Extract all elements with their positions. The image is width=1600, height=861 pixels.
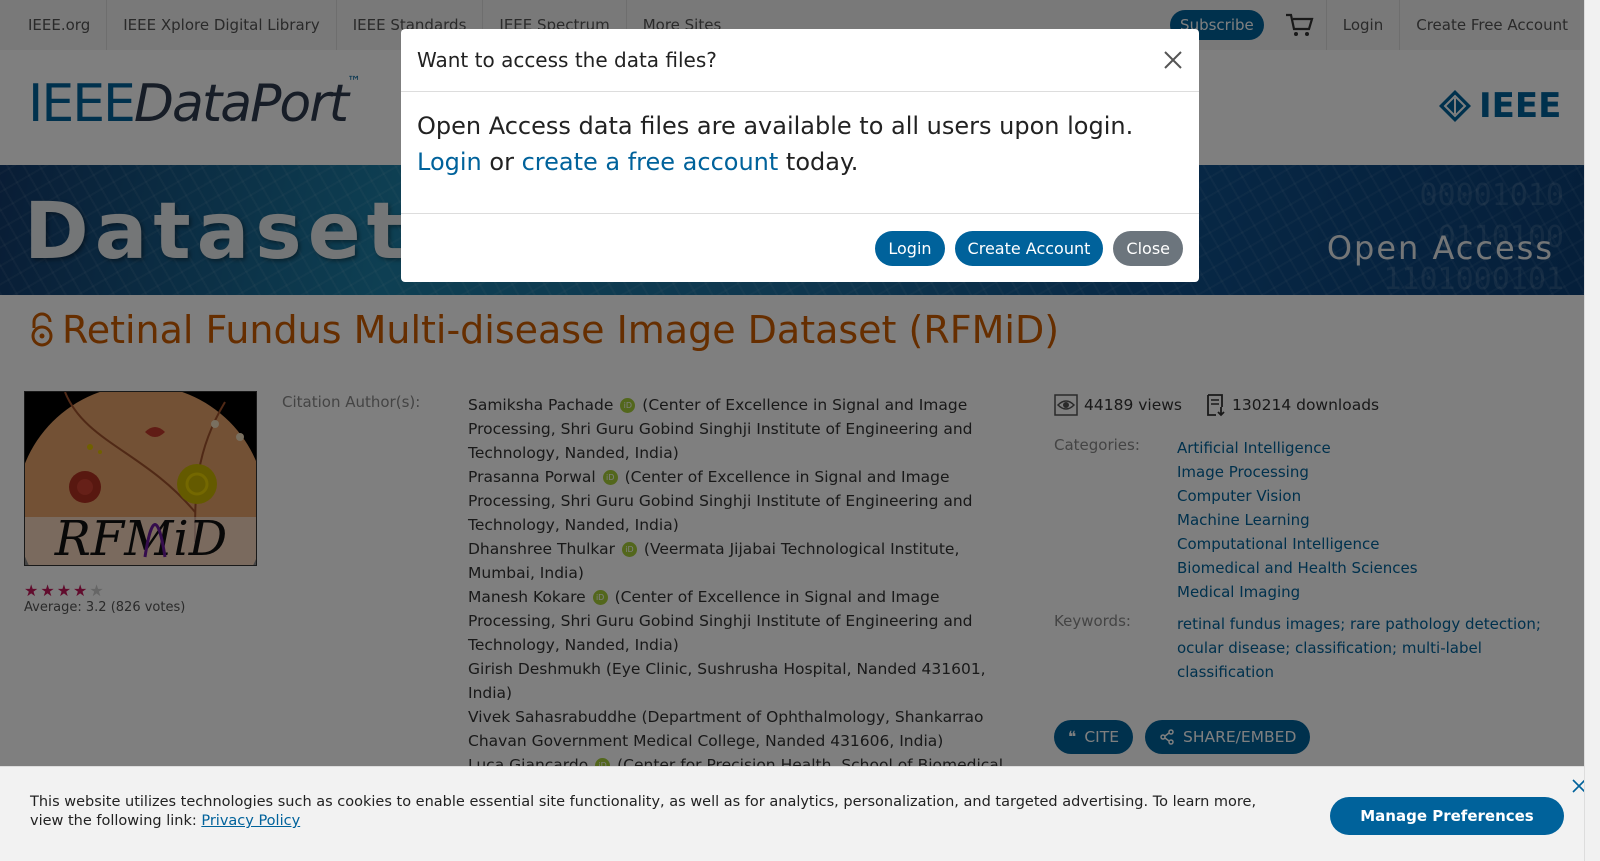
- modal-create-account-link[interactable]: create a free account: [522, 148, 779, 176]
- modal-login-link[interactable]: Login: [417, 148, 482, 176]
- cookie-banner: This website utilizes technologies such …: [0, 766, 1586, 861]
- modal-create-account-button[interactable]: Create Account: [954, 230, 1104, 266]
- page-scrollbar[interactable]: [1584, 0, 1600, 861]
- modal-header: Want to access the data files?: [401, 29, 1199, 92]
- modal-body-text: Open Access data files are available to …: [417, 112, 1134, 140]
- modal-footer: Login Create Account Close: [401, 214, 1199, 282]
- privacy-policy-link[interactable]: Privacy Policy: [201, 813, 300, 829]
- modal-title: Want to access the data files?: [417, 48, 717, 72]
- modal-login-button[interactable]: Login: [875, 230, 945, 266]
- access-data-modal: Want to access the data files? Open Acce…: [401, 29, 1199, 282]
- modal-body-today: today.: [778, 148, 859, 176]
- modal-body: Open Access data files are available to …: [401, 92, 1199, 214]
- modal-body-or: or: [481, 148, 522, 176]
- close-icon[interactable]: [1163, 50, 1183, 70]
- manage-preferences-button[interactable]: Manage Preferences: [1330, 797, 1564, 835]
- cookie-text: This website utilizes technologies such …: [30, 793, 1260, 831]
- modal-close-button[interactable]: Close: [1113, 230, 1183, 266]
